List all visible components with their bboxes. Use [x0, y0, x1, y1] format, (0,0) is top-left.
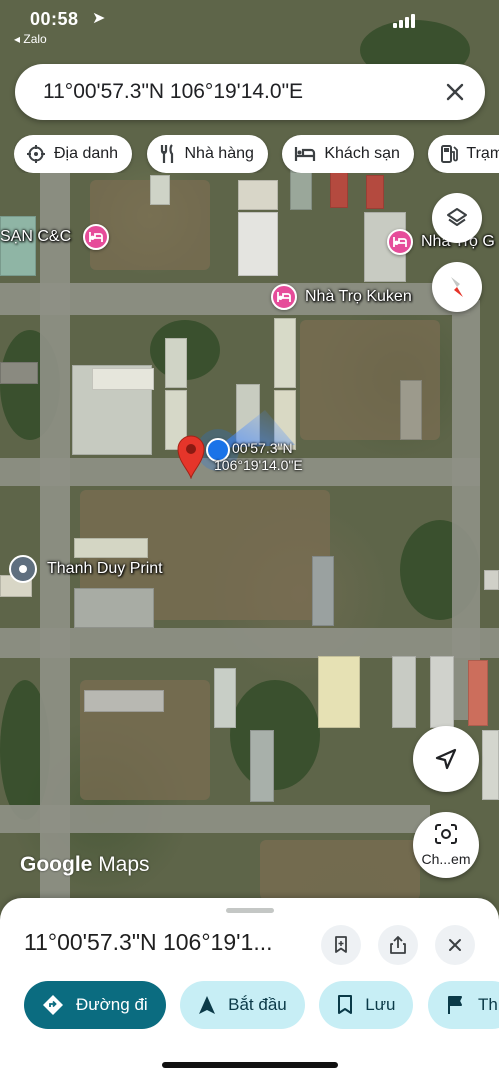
place-pin-icon: [9, 555, 37, 583]
poi-label: Nhà Trọ Kuken: [305, 288, 412, 305]
logo-maps: Maps: [98, 853, 150, 876]
building: [92, 368, 154, 390]
building: [468, 660, 488, 726]
building: [312, 556, 334, 626]
place-bottom-sheet[interactable]: 11°00'57.3"N 106°19'1... Đường đi Bắt đầ…: [0, 898, 499, 1080]
building: [84, 690, 164, 712]
navigation-start-icon: [199, 996, 216, 1014]
tree-cluster: [230, 680, 320, 790]
chip-restaurants[interactable]: Nhà hàng: [146, 135, 268, 173]
chip-label: Trạm: [466, 145, 499, 162]
flag-icon: [447, 996, 462, 1014]
search-bar[interactable]: 11°00'57.3"N 106°19'14.0"E: [15, 64, 485, 120]
dirt-patch: [260, 840, 420, 900]
building: [250, 730, 274, 802]
save-bookmark-button[interactable]: [321, 925, 361, 965]
building: [330, 172, 348, 208]
close-sheet-button[interactable]: [435, 925, 475, 965]
camera-label: Ch...em: [421, 851, 471, 867]
save-button[interactable]: Lưu: [319, 981, 414, 1029]
pin-longitude: 106°19'14.0"E: [214, 457, 303, 473]
building: [238, 180, 278, 210]
chip-label: Nhà hàng: [184, 145, 254, 162]
status-bar: 00:58 ➤ ◂ Zalo: [14, 6, 479, 46]
landmark-icon: [27, 145, 45, 163]
pin-coordinates-label: 00'57.3"N 106°19'14.0"E: [214, 440, 303, 474]
compass-button[interactable]: [432, 262, 482, 312]
signal-strength-icon: [393, 12, 421, 28]
directions-button[interactable]: Đường đi: [24, 981, 166, 1029]
building: [214, 668, 236, 728]
building: [0, 362, 38, 384]
navigation-arrow-icon: [435, 748, 457, 770]
my-location-button[interactable]: [413, 726, 479, 792]
gas-station-icon: [441, 145, 459, 163]
place-title: 11°00'57.3"N 106°19'1...: [24, 929, 273, 955]
action-label: Lưu: [365, 995, 396, 1014]
clear-search-button[interactable]: [439, 76, 471, 108]
camera-search-button[interactable]: Ch...em: [413, 812, 479, 878]
building: [400, 380, 422, 440]
google-maps-logo: Google Maps: [20, 853, 150, 877]
poi-label: SẠN C&C: [0, 228, 72, 245]
building: [290, 170, 312, 210]
building: [238, 212, 278, 276]
camera-lens-icon: [435, 824, 457, 844]
restaurant-icon: [160, 144, 173, 163]
hotel-poi-kuken[interactable]: Nhà Trọ Kuken: [271, 284, 412, 310]
chip-gas-stations[interactable]: Trạm: [428, 135, 499, 173]
directions-icon: [43, 995, 63, 1015]
road: [0, 628, 499, 658]
bookmark-icon: [338, 995, 353, 1014]
location-services-icon: ➤: [92, 10, 106, 27]
action-label: Th: [477, 995, 498, 1014]
close-icon: [446, 83, 464, 101]
building: [366, 175, 384, 209]
hotel-pin-icon: [271, 284, 297, 310]
pin-latitude: 00'57.3"N: [232, 440, 293, 456]
layers-button[interactable]: [432, 193, 482, 243]
action-label: Đường đi: [76, 995, 148, 1014]
road: [452, 300, 480, 720]
building: [484, 570, 499, 590]
building: [274, 318, 296, 388]
share-icon: [390, 936, 406, 954]
action-label: Bắt đầu: [228, 995, 287, 1014]
chip-label: Khách sạn: [324, 145, 400, 162]
status-time: 00:58: [30, 9, 79, 29]
print-shop-poi[interactable]: Thanh Duy Print: [9, 555, 163, 583]
dropped-pin-icon[interactable]: [176, 433, 206, 479]
building: [392, 656, 416, 728]
hotel-poi-cc[interactable]: SẠN C&C: [0, 224, 110, 250]
action-buttons-row: Đường đi Bắt đầu Lưu Th: [24, 981, 499, 1029]
chip-hotels[interactable]: Khách sạn: [282, 135, 414, 173]
share-button[interactable]: [378, 925, 418, 965]
logo-google: Google: [20, 853, 93, 876]
building: [150, 175, 170, 205]
search-query[interactable]: 11°00'57.3"N 106°19'14.0"E: [43, 80, 303, 104]
poi-label: Thanh Duy Print: [47, 560, 163, 577]
chip-landmarks[interactable]: Địa danh: [14, 135, 133, 173]
home-indicator: [162, 1062, 338, 1068]
building: [165, 338, 187, 388]
compass-icon: [451, 277, 463, 297]
hotel-pin-icon: [387, 229, 413, 255]
chip-label: Địa danh: [54, 145, 119, 162]
category-chips: Địa danh Nhà hàng Khách sạn Trạm: [14, 135, 499, 173]
label-button[interactable]: Th: [427, 981, 499, 1029]
hotel-pin-icon: [83, 224, 110, 250]
bookmark-icon: [335, 936, 347, 953]
hotel-icon: [295, 147, 316, 161]
building: [318, 656, 360, 728]
building: [482, 730, 499, 800]
building: [430, 656, 454, 728]
road: [40, 170, 70, 910]
sheet-drag-handle[interactable]: [226, 908, 274, 913]
layers-icon: [447, 208, 467, 226]
close-icon: [449, 939, 461, 951]
building: [74, 588, 154, 628]
back-to-app-link[interactable]: ◂ Zalo: [14, 32, 47, 46]
start-button[interactable]: Bắt đầu: [180, 981, 305, 1029]
